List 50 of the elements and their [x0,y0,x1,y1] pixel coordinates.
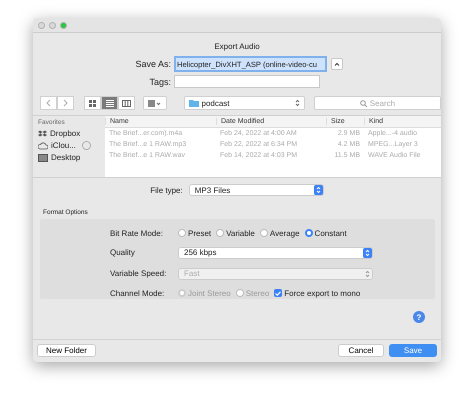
chevron-up-icon [334,62,340,66]
up-down-arrows-icon [294,99,300,107]
dialog-title: Export Audio [213,42,261,51]
back-icon [46,99,51,107]
checkmark-icon [275,290,282,296]
forward-button[interactable] [57,96,74,110]
column-view-icon [122,100,131,106]
view-mode-button[interactable] [84,96,101,110]
sidebar-item[interactable]: Desktop [38,153,105,162]
radio-option[interactable]: Constant [304,228,347,238]
window-control-button[interactable] [49,22,56,28]
dropdown[interactable]: 256 kbps [178,246,373,258]
view-mode-button[interactable] [118,96,135,110]
field-label: Bit Rate Mode: [110,228,164,238]
sidebar-item[interactable]: iClou... [38,141,105,150]
icon-view-icon [89,100,96,106]
desktop-icon [38,154,48,162]
expand-button[interactable] [331,58,343,70]
new-folder-button[interactable]: New Folder [37,344,96,357]
view-mode-button[interactable] [101,96,118,110]
list-view-icon [106,100,114,106]
window-control-button[interactable] [38,22,45,28]
force-mono-checkbox[interactable]: Force export to mono [274,288,360,298]
forward-icon [63,99,68,107]
sidebar-item[interactable]: Dropbox [38,129,105,138]
field-label: Quality [110,248,136,257]
back-button[interactable] [40,96,57,110]
radio-option[interactable]: Preset [178,228,212,238]
up-down-arrows-icon [316,186,321,194]
field-label: Channel Mode: [110,288,166,298]
search-icon [360,100,367,106]
help-button[interactable]: ? [413,311,425,323]
folder-icon [188,99,198,107]
file-type-label: File type: [150,186,183,194]
up-down-arrows-icon [365,248,370,256]
window-control-button[interactable] [60,22,67,28]
tags-label: Tags: [148,76,172,86]
location-popup[interactable]: podcast [184,96,305,110]
radio-option[interactable]: Variable [216,228,255,238]
cloud-icon [38,142,48,150]
group-button[interactable] [143,96,166,110]
save-as-label: Save As: [134,59,172,69]
tags-field[interactable] [174,75,320,88]
up-down-arrows-icon [365,270,370,278]
group-icon [148,100,162,106]
file-type-popup[interactable]: MP3 Files [188,184,324,196]
field-label: Variable Speed: [110,269,168,278]
cancel-button[interactable]: Cancel [338,344,384,357]
radio-option[interactable]: Average [260,228,300,238]
dropbox-icon [38,130,47,138]
